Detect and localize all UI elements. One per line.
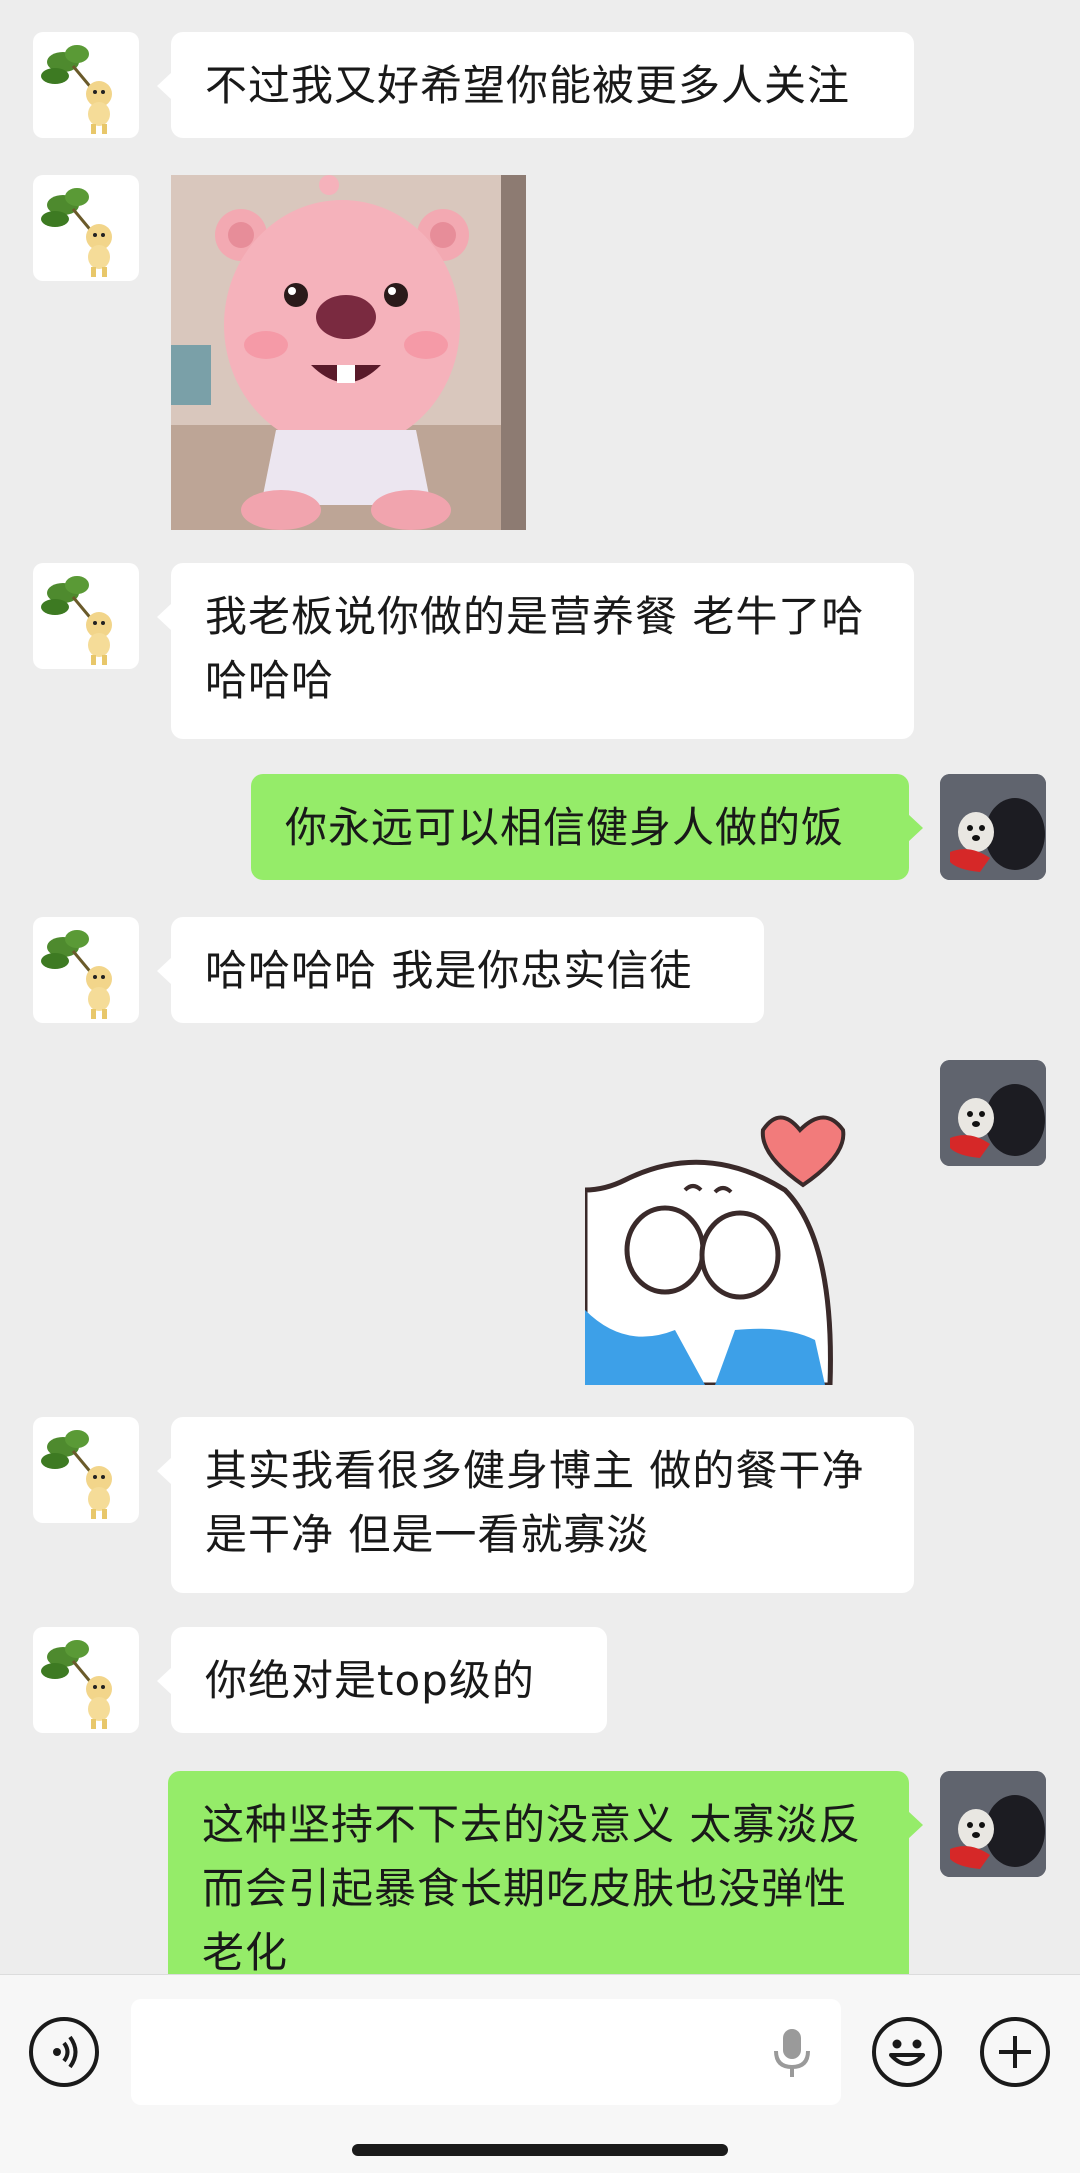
plus-icon [999, 2036, 1031, 2068]
message-text: 我老板说你做的是营养餐 老牛了哈哈哈哈 [205, 592, 865, 705]
plus-button[interactable] [980, 2017, 1050, 2087]
message-text: 你永远可以相信健身人做的饭 [285, 803, 845, 852]
emoji-button[interactable] [872, 2017, 942, 2087]
message-row [0, 1060, 1080, 1385]
contact-avatar[interactable] [33, 1417, 139, 1523]
my-avatar[interactable] [940, 1060, 1046, 1166]
voice-icon [53, 2035, 78, 2069]
home-indicator [352, 2144, 728, 2156]
incoming-message-bubble[interactable]: 不过我又好希望你能被更多人关注 [157, 32, 914, 138]
chat-area[interactable]: 不过我又好希望你能被更多人关注 我老板说你做的是营养餐 老牛了哈哈哈哈 你永远可… [0, 0, 1080, 1974]
incoming-message-bubble[interactable]: 哈哈哈哈 我是你忠实信徒 [157, 917, 764, 1023]
contact-avatar[interactable] [33, 917, 139, 1023]
incoming-message-bubble[interactable]: 我老板说你做的是营养餐 老牛了哈哈哈哈 [157, 563, 914, 739]
message-text: 哈哈哈哈 我是你忠实信徒 [205, 946, 693, 995]
outgoing-message-bubble[interactable]: 你永远可以相信健身人做的饭 [251, 774, 923, 880]
incoming-message-bubble[interactable]: 你绝对是top级的 [157, 1627, 607, 1733]
incoming-message-bubble[interactable]: 其实我看很多健身博主 做的餐干净是干净 但是一看就寡淡 [157, 1417, 914, 1593]
my-avatar[interactable] [940, 774, 1046, 880]
outgoing-message-bubble[interactable]: 这种坚持不下去的没意义 太寡淡反而会引起暴食长期吃皮肤也没弹性老化 [168, 1771, 923, 1974]
contact-avatar[interactable] [33, 563, 139, 669]
voice-button[interactable] [29, 2017, 99, 2087]
message-text: 其实我看很多健身博主 做的餐干净是干净 但是一看就寡淡 [205, 1446, 865, 1559]
microphone-icon[interactable] [770, 2025, 814, 2081]
message-row: 你永远可以相信健身人做的饭 [0, 772, 1080, 882]
message-input[interactable] [131, 1999, 841, 2105]
message-row: 我老板说你做的是营养餐 老牛了哈哈哈哈 [0, 562, 1080, 740]
emoji-icon [889, 2039, 925, 2066]
message-text: 不过我又好希望你能被更多人关注 [205, 61, 851, 110]
pink-beaver-sticker[interactable] [171, 175, 526, 530]
message-row [0, 174, 1080, 530]
message-row: 哈哈哈哈 我是你忠实信徒 [0, 916, 1080, 1026]
message-row: 其实我看很多健身博主 做的餐干净是干净 但是一看就寡淡 [0, 1416, 1080, 1594]
contact-avatar[interactable] [33, 175, 139, 281]
message-row: 这种坚持不下去的没意义 太寡淡反而会引起暴食长期吃皮肤也没弹性老化 [0, 1770, 1080, 1974]
my-avatar[interactable] [940, 1771, 1046, 1877]
message-row: 你绝对是top级的 [0, 1626, 1080, 1736]
message-text: 你绝对是top级的 [205, 1656, 535, 1705]
contact-avatar[interactable] [33, 32, 139, 138]
message-text: 这种坚持不下去的没意义 太寡淡反而会引起暴食长期吃皮肤也没弹性老化 [202, 1800, 862, 1974]
contact-avatar[interactable] [33, 1627, 139, 1733]
message-row: 不过我又好希望你能被更多人关注 [0, 30, 1080, 140]
shy-heart-sticker[interactable] [585, 1110, 885, 1385]
